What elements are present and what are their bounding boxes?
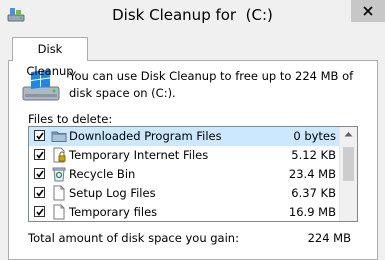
folder-icon: [51, 131, 67, 142]
checkbox[interactable]: [34, 149, 45, 160]
recycle-bin-icon: [52, 167, 66, 182]
close-icon: [363, 6, 373, 16]
file-size: 0 bytes: [293, 129, 336, 143]
check-icon: [36, 151, 44, 159]
file-size: 16.9 MB: [288, 205, 336, 219]
close-button[interactable]: [351, 0, 385, 22]
info-text: You can use Disk Cleanup to free up to 2…: [69, 69, 354, 100]
window-title: Disk Cleanup for (C:): [112, 6, 273, 24]
checkbox[interactable]: [34, 168, 45, 179]
list-item-temporary-internet-files[interactable]: Temporary Internet Files 5.12 KB: [29, 146, 341, 165]
file-name: Temporary files: [69, 205, 158, 219]
checkbox[interactable]: [34, 130, 45, 141]
check-icon: [36, 189, 44, 197]
scroll-thumb[interactable]: [343, 147, 354, 181]
title-bar: Disk Cleanup for (C:): [0, 0, 385, 32]
lock-file-icon: [53, 147, 66, 163]
files-to-delete-label: Files to delete:: [28, 112, 113, 126]
check-icon: [36, 170, 44, 178]
list-item-recycle-bin[interactable]: Recycle Bin 23.4 MB: [29, 165, 341, 184]
file-size: 5.12 KB: [291, 148, 336, 162]
total-space-value: 224 MB: [307, 231, 351, 245]
file-name: Downloaded Program Files: [69, 129, 222, 143]
tab-disk-cleanup[interactable]: Disk Cleanup: [12, 37, 88, 78]
files-list[interactable]: Downloaded Program Files 0 bytes Tempora…: [28, 126, 358, 222]
document-icon: [53, 185, 65, 201]
list-item-temporary-files[interactable]: Temporary files 16.9 MB: [29, 203, 341, 221]
scroll-up-arrow-icon[interactable]: [344, 131, 353, 137]
checkbox[interactable]: [34, 206, 45, 217]
checkbox[interactable]: [34, 187, 45, 198]
list-item-downloaded-program-files[interactable]: Downloaded Program Files 0 bytes: [29, 127, 341, 146]
file-size: 6.37 KB: [291, 186, 336, 200]
list-scrollbar[interactable]: [339, 127, 357, 221]
total-space-label: Total amount of disk space you gain:: [28, 231, 239, 245]
file-name: Recycle Bin: [69, 167, 136, 181]
check-icon: [36, 132, 44, 140]
document-icon: [53, 204, 65, 220]
list-item-setup-log-files[interactable]: Setup Log Files 6.37 KB: [29, 184, 341, 203]
file-name: Setup Log Files: [69, 186, 156, 200]
file-name: Temporary Internet Files: [69, 148, 209, 162]
file-size: 23.4 MB: [288, 167, 336, 181]
check-icon: [36, 208, 44, 216]
